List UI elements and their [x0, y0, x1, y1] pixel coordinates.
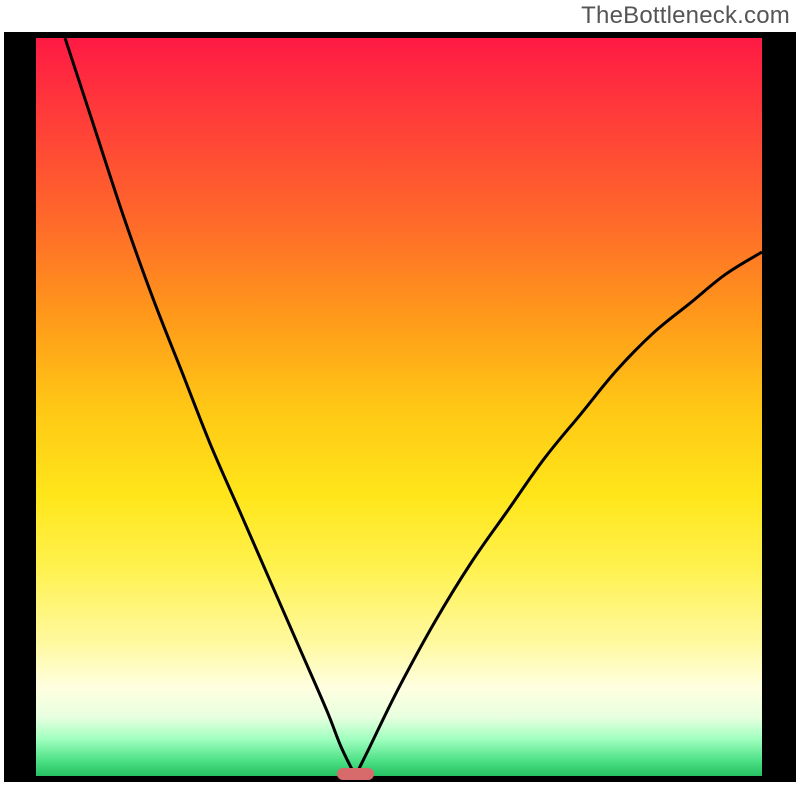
right-branch-curve — [355, 252, 762, 776]
bottleneck-chart: TheBottleneck.com — [0, 0, 800, 800]
frame-bar-bottom — [4, 776, 796, 782]
optimum-marker — [337, 768, 373, 780]
plot-area — [36, 38, 762, 776]
left-branch-curve — [65, 38, 355, 776]
curve-layer — [36, 38, 762, 776]
frame-bar-left — [4, 32, 36, 782]
watermark-text: TheBottleneck.com — [581, 2, 790, 30]
frame-bar-right — [762, 32, 796, 782]
